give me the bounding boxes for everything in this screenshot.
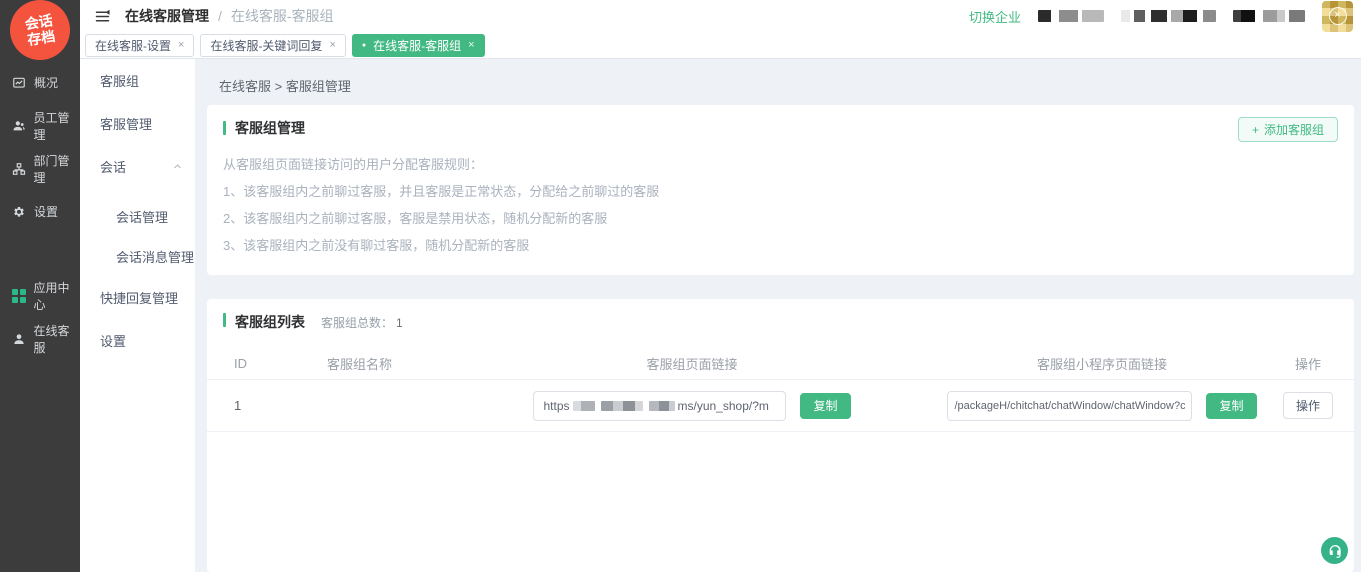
col-header-page-link: 客服组页面链接 [442, 354, 942, 373]
section-title: 客服组列表 [235, 312, 305, 332]
top-right-area: 切换企业 × [969, 1, 1353, 32]
group-total-value: 1 [396, 316, 403, 330]
group-list-card: 客服组列表 客服组总数：1 ID 客服组名称 客服组页面链接 客服组小程序页面链… [207, 299, 1354, 572]
redacted-text [573, 401, 595, 411]
col-header-id: ID [207, 356, 327, 371]
headset-icon [1327, 543, 1343, 559]
body-row: 客服组 客服管理 会话 会话管理 会话消息管理 [80, 59, 1361, 572]
col-header-mini-link: 客服组小程序页面链接 [942, 354, 1262, 373]
close-icon[interactable]: × [468, 39, 474, 51]
assignment-rules: 从客服组页面链接访问的用户分配客服规则： 1、该客服组内之前聊过客服，并且客服是… [223, 151, 1338, 259]
add-group-button[interactable]: + 添加客服组 [1238, 117, 1338, 142]
app-logo[interactable]: 会话 存档 [10, 0, 70, 60]
submenu-item-session[interactable]: 会话 [80, 145, 195, 188]
tab-online-service-settings[interactable]: 在线客服-设置 × [85, 34, 194, 57]
submenu-item-service-manage[interactable]: 客服管理 [80, 102, 195, 145]
submenu-item-session-message-manage[interactable]: 会话消息管理 [80, 236, 195, 276]
redacted-text [1038, 10, 1104, 22]
cell-id: 1 [207, 398, 327, 413]
secondary-sidebar: 客服组 客服管理 会话 会话管理 会话消息管理 [80, 59, 195, 572]
switch-company-link[interactable]: 切换企业 [969, 7, 1021, 26]
apps-icon [11, 288, 27, 304]
gear-icon [11, 204, 27, 220]
group-total: 客服组总数：1 [321, 314, 403, 331]
broken-image-icon: × [1329, 7, 1347, 25]
close-icon[interactable]: × [329, 39, 335, 51]
rule-item: 1、该客服组内之前聊过客服，并且客服是正常状态，分配给之前聊过的客服 [223, 178, 1338, 205]
primary-nav: 概况 员工管理 部门管理 设置 [0, 61, 80, 360]
sidebar-item-label: 概况 [34, 74, 58, 91]
tab-service-group[interactable]: ● 在线客服-客服组 × [352, 34, 485, 57]
tab-label: 在线客服-关键词回复 [210, 37, 322, 54]
close-icon[interactable]: × [178, 39, 184, 51]
redacted-text [1233, 10, 1305, 22]
sidebar-item-label: 在线客服 [34, 322, 81, 356]
section-title: 客服组管理 [235, 118, 305, 138]
col-header-action: 操作 [1262, 354, 1354, 373]
staff-icon [11, 118, 27, 134]
sidebar-item-settings[interactable]: 设置 [0, 190, 80, 233]
redacted-text [649, 401, 675, 411]
rule-item: 3、该客服组内之前没有聊过客服，随机分配新的客服 [223, 232, 1338, 259]
sidebar-item-label: 设置 [34, 203, 58, 220]
card-title-row: 客服组管理 [223, 118, 1338, 138]
sidebar-item-app-center[interactable]: 应用中心 [0, 274, 80, 317]
page-title: 在线客服管理 [125, 6, 209, 26]
page-link-input[interactable]: https ms/yun_shop/?m [533, 391, 786, 421]
plus-icon: + [1252, 123, 1259, 137]
sidebar-item-label: 部门管理 [34, 152, 81, 186]
section-accent-bar [223, 313, 226, 327]
rule-item: 2、该客服组内之前聊过客服，客服是禁用状态，随机分配新的客服 [223, 205, 1338, 232]
sidebar-item-label: 员工管理 [34, 109, 81, 143]
overview-icon [11, 75, 27, 91]
table-header: ID 客服组名称 客服组页面链接 客服组小程序页面链接 操作 [207, 348, 1354, 380]
rules-intro: 从客服组页面链接访问的用户分配客服规则： [223, 151, 1338, 178]
sidebar-item-label: 应用中心 [34, 279, 81, 313]
department-icon [11, 161, 27, 177]
sidebar-item-online-service[interactable]: 在线客服 [0, 317, 80, 360]
sidebar-item-overview[interactable]: 概况 [0, 61, 80, 104]
user-avatar[interactable]: × [1322, 1, 1353, 32]
table-row: 1 https ms/yun_shop/?m [207, 380, 1354, 432]
submenu-item-settings[interactable]: 设置 [80, 319, 195, 362]
cell-mini-link: 复制 [942, 391, 1262, 421]
cell-page-link: https ms/yun_shop/?m 复制 [442, 391, 942, 421]
sidebar-item-staff[interactable]: 员工管理 [0, 104, 80, 147]
app-logo-text: 会话 存档 [24, 12, 57, 48]
submenu-item-quick-reply[interactable]: 快捷回复管理 [80, 276, 195, 319]
copy-mini-link-button[interactable]: 复制 [1206, 393, 1256, 419]
app-root: 会话 存档 概况 员工管理 部门管理 [0, 0, 1361, 572]
section-accent-bar [223, 121, 226, 135]
redacted-text [1121, 10, 1216, 22]
active-dot-icon: ● [362, 42, 366, 49]
collapse-menu-icon[interactable] [92, 6, 112, 26]
submenu-item-session-manage[interactable]: 会话管理 [80, 196, 195, 236]
breadcrumb: 在线客服 > 客服组管理 [219, 76, 1354, 95]
cell-action: 操作 [1262, 392, 1354, 419]
breadcrumb-separator: / [218, 8, 222, 24]
sidebar-item-department[interactable]: 部门管理 [0, 147, 80, 190]
mini-program-link-input[interactable] [947, 391, 1192, 421]
help-button[interactable] [1321, 537, 1348, 564]
row-action-button[interactable]: 操作 [1283, 392, 1333, 419]
top-header: 在线客服管理 / 在线客服-客服组 切换企业 × [80, 0, 1361, 32]
tab-label: 在线客服-客服组 [373, 37, 461, 54]
redacted-text [601, 401, 643, 411]
open-tabs-bar: 在线客服-设置 × 在线客服-关键词回复 × ● 在线客服-客服组 × [80, 32, 1361, 59]
submenu-item-service-group[interactable]: 客服组 [80, 59, 195, 102]
primary-sidebar: 会话 存档 概况 员工管理 部门管理 [0, 0, 80, 572]
col-header-name: 客服组名称 [327, 354, 442, 373]
group-manage-card: 客服组管理 + 添加客服组 从客服组页面链接访问的用户分配客服规则： 1、该客服… [207, 105, 1354, 275]
chevron-up-icon [173, 162, 182, 171]
breadcrumb-current[interactable]: 在线客服-客服组 [231, 6, 334, 26]
submenu-session-children: 会话管理 会话消息管理 [80, 188, 195, 276]
list-header-row: 客服组列表 客服组总数：1 [207, 312, 1354, 332]
tab-label: 在线客服-设置 [95, 37, 171, 54]
main-content: 在线客服 > 客服组管理 客服组管理 + 添加客服组 从客服组页面链接访问的用户… [195, 59, 1361, 572]
customer-service-icon [11, 331, 27, 347]
tab-keyword-reply[interactable]: 在线客服-关键词回复 × [200, 34, 345, 57]
main-column: 在线客服管理 / 在线客服-客服组 切换企业 × 在线客服-设置 × 在线客服-… [80, 0, 1361, 572]
copy-page-link-button[interactable]: 复制 [800, 393, 850, 419]
